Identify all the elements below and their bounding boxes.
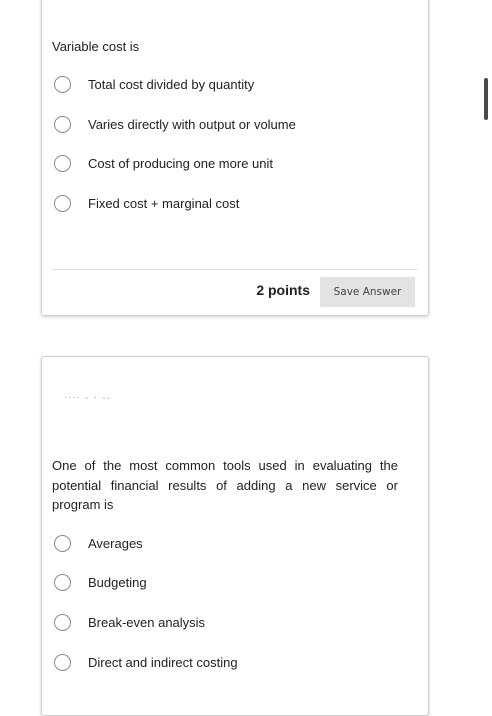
radio-button[interactable] [54, 154, 71, 172]
scrollbar-thumb[interactable] [484, 78, 488, 120]
radio-button[interactable] [54, 75, 71, 93]
radio-button[interactable] [54, 534, 71, 552]
divider [52, 269, 418, 270]
answer-label: Break-even analysis [88, 614, 206, 630]
answer-option[interactable]: Cost of producing one more unit [54, 152, 273, 174]
question-card-1: Variable cost is Total cost divided by q… [41, 0, 429, 316]
radio-button[interactable] [54, 194, 71, 212]
answer-option[interactable]: Fixed cost + marginal cost [54, 192, 239, 214]
faint-header-text: ···· - · -- [64, 393, 112, 404]
radio-button[interactable] [54, 653, 71, 671]
answer-option[interactable]: Budgeting [54, 571, 147, 593]
radio-button[interactable] [54, 573, 71, 591]
answer-label: Budgeting [88, 574, 147, 590]
radio-button[interactable] [54, 115, 71, 133]
question-text: One of the most common tools used in eva… [52, 458, 398, 512]
answer-option[interactable]: Total cost divided by quantity [54, 73, 254, 95]
answer-option[interactable]: Break-even analysis [54, 611, 205, 633]
answer-label: Averages [88, 535, 143, 551]
answer-label: Direct and indirect costing [88, 654, 238, 670]
radio-button[interactable] [54, 613, 71, 631]
answer-label: Fixed cost + marginal cost [88, 195, 240, 211]
answer-option[interactable]: Direct and indirect costing [54, 651, 238, 673]
answer-label: Total cost divided by quantity [88, 76, 255, 92]
answer-option[interactable]: Varies directly with output or volume [54, 113, 296, 135]
answer-option[interactable]: Averages [54, 532, 143, 554]
question-card-2: ···· - · -- One of the most common tools… [41, 356, 429, 716]
save-answer-button[interactable]: Save Answer [320, 277, 415, 307]
answer-label: Varies directly with output or volume [88, 116, 296, 132]
question-text: Variable cost is [52, 39, 140, 54]
answer-label: Cost of producing one more unit [88, 155, 273, 171]
points-label: 2 points [256, 282, 310, 298]
